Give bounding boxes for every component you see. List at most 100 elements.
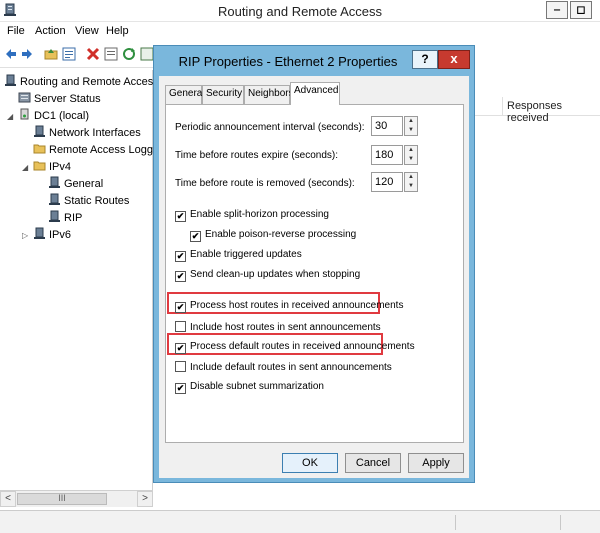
route-removed-stepper[interactable]: ▲ ▼ — [371, 172, 418, 192]
tree-item-server-status[interactable]: Server Status — [18, 91, 101, 107]
spin-down-icon[interactable]: ▼ — [405, 155, 417, 164]
tree-label-dc1: DC1 (local) — [34, 110, 90, 122]
route-removed-label: Time before route is removed (seconds): — [175, 178, 355, 189]
forward-arrow-icon[interactable] — [20, 47, 34, 61]
checkbox-box[interactable] — [175, 361, 186, 372]
console-tree: Routing and Remote Access Server Status … — [0, 70, 168, 490]
spin-buttons[interactable]: ▲ ▼ — [404, 172, 418, 192]
ipv6-icon — [34, 227, 45, 239]
maximize-button[interactable]: ◻ — [570, 1, 592, 19]
server-status-icon — [18, 92, 31, 103]
checkbox-box[interactable]: ✔ — [190, 231, 201, 242]
static-routes-icon — [49, 193, 60, 205]
dc1-expander-icon[interactable]: ◢ — [7, 112, 13, 121]
folder-up-icon[interactable] — [44, 47, 58, 61]
spin-up-icon[interactable]: ▲ — [405, 117, 417, 126]
checkbox-split-horizon[interactable]: ✔ Enable split-horizon processing — [175, 209, 329, 223]
export-list-icon[interactable] — [104, 47, 118, 61]
checkbox-box[interactable]: ✔ — [175, 251, 186, 262]
checkbox-label: Process default routes in received annou… — [190, 341, 415, 352]
checkbox-process-host-routes[interactable]: ✔ Process host routes in received announc… — [175, 300, 403, 314]
ipv6-expander-icon[interactable]: ▷ — [22, 231, 28, 240]
rip-properties-dialog: RIP Properties - Ethernet 2 Properties ?… — [153, 45, 475, 483]
menu-view[interactable]: View — [75, 25, 99, 37]
tree-item-rip[interactable]: RIP — [48, 210, 82, 226]
ipv4-expander-icon[interactable]: ◢ — [22, 163, 28, 172]
tree-label-static-routes: Static Routes — [64, 195, 130, 207]
scroll-thumb[interactable]: III — [17, 493, 107, 505]
apply-button[interactable]: Apply — [408, 453, 464, 473]
properties-icon[interactable] — [62, 47, 76, 61]
tree-label-remote-access-logging: Remote Access Logging — [49, 144, 168, 156]
column-header-responses-received[interactable]: Responses received — [502, 97, 600, 124]
minimize-button[interactable]: ‒ — [546, 1, 568, 19]
announcement-interval-stepper[interactable]: ▲ ▼ — [371, 116, 418, 136]
checkbox-box[interactable]: ✔ — [175, 343, 186, 354]
routes-expire-field[interactable] — [371, 145, 403, 165]
checkbox-box[interactable] — [175, 321, 186, 332]
checkbox-label: Include host routes in sent announcement… — [190, 322, 381, 333]
tree-item-network-interfaces[interactable]: Network Interfaces — [33, 125, 141, 141]
spin-up-icon[interactable]: ▲ — [405, 146, 417, 155]
checkbox-box[interactable]: ✔ — [175, 271, 186, 282]
route-removed-field[interactable] — [371, 172, 403, 192]
delete-icon[interactable] — [86, 47, 100, 61]
tree-horizontal-scrollbar[interactable]: < III > — [0, 490, 153, 507]
help-icon[interactable] — [140, 47, 154, 61]
tree-label-server-status: Server Status — [34, 93, 101, 105]
menu-action[interactable]: Action — [35, 25, 66, 37]
window-titlebar: Routing and Remote Access ‒ ◻ — [0, 0, 600, 22]
checkbox-process-default-routes[interactable]: ✔ Process default routes in received anno… — [175, 341, 415, 355]
dialog-help-button[interactable]: ? — [412, 50, 438, 69]
menu-file[interactable]: File — [7, 25, 25, 37]
menu-bar: File Action View Help — [0, 22, 600, 42]
checkbox-box[interactable]: ✔ — [175, 302, 186, 313]
tab-advanced[interactable]: Advanced — [290, 82, 340, 105]
dialog-client-area: General Security Neighbors Advanced Peri… — [159, 76, 469, 478]
tree-item-root[interactable]: Routing and Remote Access — [4, 74, 159, 90]
scroll-right-button[interactable]: > — [137, 491, 153, 507]
tree-item-dc1[interactable]: DC1 (local) — [18, 108, 89, 124]
announcement-interval-field[interactable] — [371, 116, 403, 136]
tab-security[interactable]: Security — [202, 85, 244, 104]
checkbox-disable-subnet-summarization[interactable]: ✔ Disable subnet summarization — [175, 381, 324, 395]
tree-label-ipv6: IPv6 — [49, 229, 72, 241]
tab-general[interactable]: General — [165, 85, 205, 104]
spin-down-icon[interactable]: ▼ — [405, 126, 417, 135]
tree-item-static-routes[interactable]: Static Routes — [48, 193, 129, 209]
tab-neighbors[interactable]: Neighbors — [244, 85, 294, 104]
routes-expire-label: Time before routes expire (seconds): — [175, 150, 339, 161]
cancel-button[interactable]: Cancel — [345, 453, 401, 473]
tree-item-ipv4[interactable]: IPv4 — [33, 159, 71, 175]
checkbox-include-default-routes[interactable]: Include default routes in sent announcem… — [175, 361, 392, 375]
dialog-titlebar: RIP Properties - Ethernet 2 Properties ?… — [154, 46, 474, 76]
refresh-icon[interactable] — [122, 47, 136, 61]
spin-buttons[interactable]: ▲ ▼ — [404, 116, 418, 136]
back-arrow-icon[interactable] — [4, 47, 18, 61]
dialog-close-button[interactable]: x — [438, 50, 470, 69]
dialog-title: RIP Properties - Ethernet 2 Properties — [178, 54, 398, 69]
checkbox-label: Include default routes in sent announcem… — [190, 362, 392, 373]
tree-label-network-interfaces: Network Interfaces — [49, 127, 141, 139]
checkbox-triggered-updates[interactable]: ✔ Enable triggered updates — [175, 249, 302, 263]
network-interfaces-icon — [34, 125, 45, 137]
spin-buttons[interactable]: ▲ ▼ — [404, 145, 418, 165]
announcement-interval-label: Periodic announcement interval (seconds)… — [175, 122, 365, 133]
checkbox-label: Enable triggered updates — [190, 249, 302, 260]
tree-item-remote-access-logging[interactable]: Remote Access Logging — [33, 142, 168, 158]
ok-button[interactable]: OK — [282, 453, 338, 473]
advanced-tab-panel: Periodic announcement interval (seconds)… — [165, 104, 464, 443]
spin-up-icon[interactable]: ▲ — [405, 173, 417, 182]
tree-item-general[interactable]: General — [48, 176, 103, 192]
checkbox-clean-up-updates[interactable]: ✔ Send clean-up updates when stopping — [175, 269, 360, 283]
menu-help[interactable]: Help — [106, 25, 129, 37]
window-title: Routing and Remote Access — [217, 4, 383, 19]
tree-item-ipv6[interactable]: IPv6 — [33, 227, 71, 243]
spin-down-icon[interactable]: ▼ — [405, 182, 417, 191]
checkbox-poison-reverse[interactable]: ✔ Enable poison-reverse processing — [190, 229, 356, 243]
tree-label-rip: RIP — [64, 212, 83, 224]
scroll-left-button[interactable]: < — [0, 491, 16, 507]
checkbox-box[interactable]: ✔ — [175, 383, 186, 394]
routes-expire-stepper[interactable]: ▲ ▼ — [371, 145, 418, 165]
checkbox-box[interactable]: ✔ — [175, 211, 186, 222]
